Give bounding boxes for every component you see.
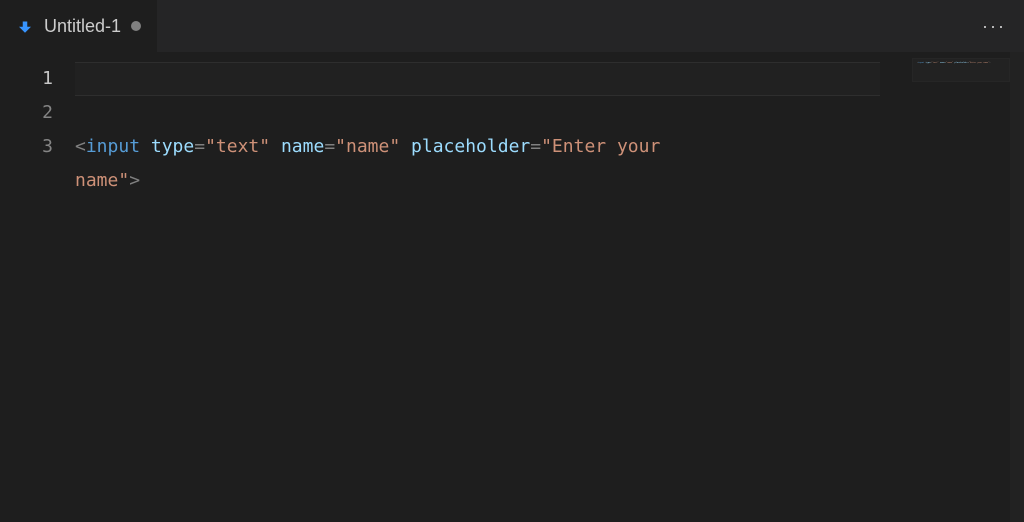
more-actions-icon[interactable]: ··· xyxy=(976,12,1012,41)
token-punct: = xyxy=(324,136,335,157)
code-content[interactable]: <input type="text" name="name" placehold… xyxy=(75,52,1024,522)
tab-untitled-1[interactable]: Untitled-1 xyxy=(0,0,158,52)
tabs-bar: Untitled-1 ··· xyxy=(0,0,1024,52)
minimap[interactable]: <input type="text" name="name" placehold… xyxy=(912,58,1010,82)
token-punct: = xyxy=(530,136,541,157)
token-space xyxy=(400,136,411,157)
token-space xyxy=(270,136,281,157)
file-arrow-icon xyxy=(16,17,34,35)
token-attr: name xyxy=(281,136,324,157)
code-line: <input type="text" name="name" placehold… xyxy=(75,130,695,198)
code-line xyxy=(75,96,1024,130)
line-number: 2 xyxy=(0,96,53,130)
token-string: "name" xyxy=(335,136,400,157)
token-attr: type xyxy=(151,136,194,157)
vertical-scrollbar[interactable] xyxy=(1010,52,1024,522)
token-attr: placeholder xyxy=(411,136,530,157)
tab-actions: ··· xyxy=(976,0,1012,52)
modified-indicator-icon xyxy=(131,21,141,31)
line-number-gutter: 1 2 3 xyxy=(0,52,75,522)
line-number: 1 xyxy=(0,62,53,96)
token-string: "text" xyxy=(205,136,270,157)
token-punct: < xyxy=(75,136,86,157)
line-number: 3 xyxy=(0,130,53,164)
token-punct: = xyxy=(194,136,205,157)
editor-area: 1 2 3 <input type="text" name="name" pla… xyxy=(0,52,1024,522)
token-punct: > xyxy=(129,170,140,191)
token-space xyxy=(140,136,151,157)
code-line xyxy=(75,62,1024,96)
tab-label: Untitled-1 xyxy=(44,16,121,37)
token-tag: input xyxy=(86,136,140,157)
